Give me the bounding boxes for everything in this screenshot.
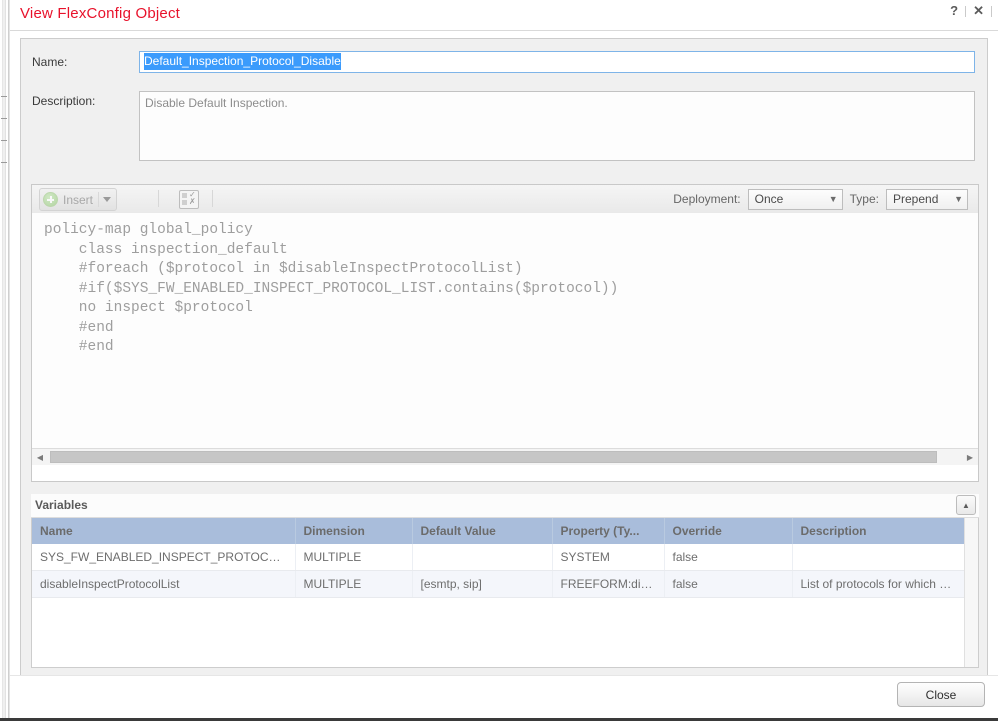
variables-table-container: Name Dimension Default Value Property (T…	[31, 518, 979, 668]
plus-circle-icon	[43, 192, 58, 207]
cell-override: false	[664, 544, 793, 571]
type-value: Prepend	[893, 192, 939, 206]
cell-description: List of protocols for which default...	[792, 570, 966, 598]
scroll-left-arrow-icon[interactable]: ◀	[32, 449, 48, 465]
table-header-row: Name Dimension Default Value Property (T…	[32, 518, 966, 544]
cell-default-value	[412, 544, 553, 571]
column-header-override[interactable]: Override	[664, 518, 793, 544]
column-header-property[interactable]: Property (Ty...	[552, 518, 665, 544]
cell-name: SYS_FW_ENABLED_INSPECT_PROTOCOL...	[32, 544, 296, 571]
titlebar-separator-right	[991, 5, 992, 17]
deployment-label: Deployment:	[673, 192, 741, 206]
description-row: Description: Disable Default Inspection.	[21, 91, 987, 171]
table-row[interactable]: SYS_FW_ENABLED_INSPECT_PROTOCOL... MULTI…	[32, 544, 966, 571]
close-icon[interactable]: ✕	[971, 3, 986, 19]
column-header-name[interactable]: Name	[32, 518, 296, 544]
name-row: Name: Default_Inspection_Protocol_Disabl…	[21, 51, 987, 79]
column-header-default-value[interactable]: Default Value	[412, 518, 553, 544]
insert-button[interactable]: Insert	[39, 188, 118, 211]
code-editor-area[interactable]: policy-map global_policy class inspectio…	[32, 213, 978, 465]
close-button[interactable]: Close	[897, 682, 985, 707]
editor-toolbar: Insert ✓ ✗ Deployment: Once ▼ Type: Prep…	[32, 185, 978, 214]
scroll-right-arrow-icon[interactable]: ▶	[962, 449, 978, 465]
cell-description	[792, 544, 966, 571]
description-textarea[interactable]: Disable Default Inspection.	[139, 91, 975, 161]
background-page-sliver	[2, 0, 6, 721]
cell-dimension: MULTIPLE	[295, 544, 413, 571]
deployment-controls: Deployment: Once ▼ Type: Prepend ▼	[673, 185, 968, 213]
titlebar-controls: ? ✕	[948, 3, 992, 19]
scrollbar-thumb[interactable]	[50, 451, 937, 463]
titlebar-separator	[965, 5, 967, 17]
variables-title: Variables	[35, 498, 88, 512]
variables-table: Name Dimension Default Value Property (T…	[32, 518, 966, 598]
table-row[interactable]: disableInspectProtocolList MULTIPLE [esm…	[32, 570, 966, 598]
dialog-body-panel: Name: Default_Inspection_Protocol_Disabl…	[20, 38, 988, 676]
dialog-footer: Close	[10, 675, 998, 721]
column-header-dimension[interactable]: Dimension	[295, 518, 413, 544]
deployment-select[interactable]: Once ▼	[747, 188, 843, 210]
deployment-value: Once	[754, 192, 784, 206]
page-left-edge	[0, 0, 9, 721]
flexconfig-editor: Insert ✓ ✗ Deployment: Once ▼ Type: Prep…	[31, 184, 979, 482]
flexconfig-code: policy-map global_policy class inspectio…	[44, 222, 619, 355]
view-flexconfig-object-dialog: View FlexConfig Object ? ✕ Name: Default…	[9, 0, 998, 721]
variables-section-header: Variables ▲	[31, 494, 979, 518]
cell-default-value: [esmtp, sip]	[412, 570, 553, 598]
variables-vertical-scrollbar[interactable]	[964, 518, 978, 667]
insert-button-label: Insert	[63, 192, 94, 207]
chevron-down-icon: ▼	[828, 194, 838, 204]
variable-table-icon[interactable]: ✓ ✗	[179, 190, 199, 209]
collapse-section-button[interactable]: ▲	[956, 495, 976, 515]
description-label: Description:	[32, 94, 96, 108]
column-header-description[interactable]: Description	[792, 518, 966, 544]
name-label: Name:	[32, 55, 68, 69]
cell-name: disableInspectProtocolList	[32, 570, 296, 598]
name-input[interactable]: Default_Inspection_Protocol_Disable	[139, 51, 975, 73]
code-horizontal-scrollbar[interactable]: ◀ ▶	[32, 448, 978, 465]
cell-override: false	[664, 570, 793, 598]
cell-property: SYSTEM	[552, 544, 665, 571]
chevron-down-icon: ▼	[954, 194, 963, 204]
toolbar-separator-2	[212, 190, 213, 207]
dialog-titlebar: View FlexConfig Object ? ✕	[10, 0, 998, 31]
description-value: Disable Default Inspection.	[145, 96, 288, 110]
cell-dimension: MULTIPLE	[295, 570, 413, 598]
toolbar-separator-1	[158, 190, 159, 207]
dialog-title: View FlexConfig Object	[20, 5, 181, 22]
help-icon[interactable]: ?	[948, 3, 960, 19]
cell-property: FREEFORM:dis...	[552, 570, 665, 598]
name-input-value: Default_Inspection_Protocol_Disable	[144, 53, 341, 70]
chevron-down-icon[interactable]	[103, 197, 112, 202]
insert-button-divider	[98, 192, 100, 207]
type-label: Type:	[849, 192, 879, 206]
type-select[interactable]: Prepend ▼	[886, 188, 968, 210]
